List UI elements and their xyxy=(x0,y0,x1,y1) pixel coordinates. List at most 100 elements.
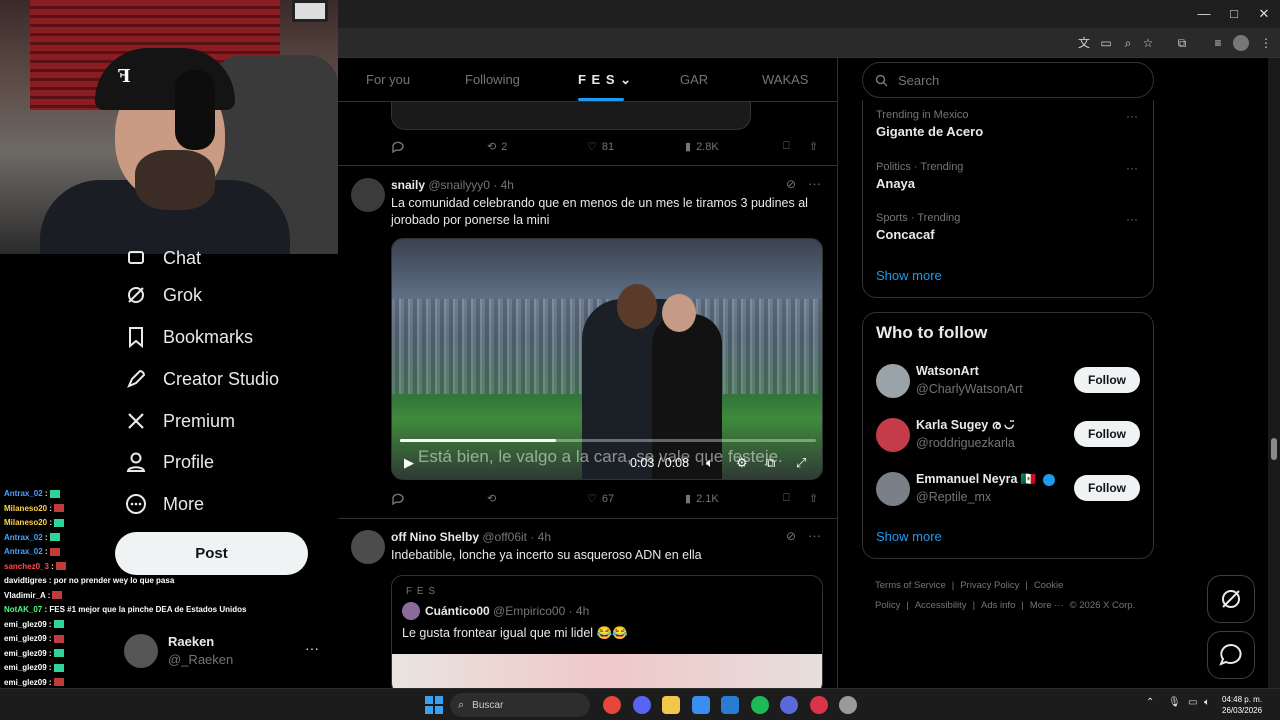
taskbar-clock[interactable]: 04:48 p. m. 26/03/2026 xyxy=(1222,694,1262,716)
share-icon[interactable]: ⇧ xyxy=(809,492,818,505)
sidebar-item-profile[interactable]: Profile xyxy=(125,446,214,478)
play-icon[interactable]: ▶ xyxy=(404,455,414,471)
footer-link[interactable]: Privacy Policy xyxy=(960,580,1019,591)
maximize-button[interactable]: □ xyxy=(1224,6,1244,21)
trend-item[interactable]: Sports · Trending Concacaf ··· xyxy=(876,212,1146,242)
avatar[interactable] xyxy=(351,530,385,564)
more-icon[interactable]: ··· xyxy=(808,528,821,543)
account-switcher[interactable]: Raeken @_Raeken ··· xyxy=(120,632,330,672)
video-player[interactable]: Está bien, le valgo a la cara, se vale q… xyxy=(391,238,823,480)
show-more-link[interactable]: Show more xyxy=(876,268,942,283)
store-app-icon[interactable] xyxy=(691,696,710,714)
footer-link[interactable]: More ··· xyxy=(1030,600,1064,611)
grok-icon[interactable]: ⊘ xyxy=(786,177,796,191)
previous-post-media[interactable] xyxy=(391,102,751,130)
sidebar-item-more[interactable]: More xyxy=(125,488,204,520)
messages-floating-button[interactable] xyxy=(1207,631,1255,679)
quote-image[interactable] xyxy=(392,654,822,688)
more-icon[interactable]: ··· xyxy=(808,176,821,191)
footer-link[interactable]: © 2026 X Corp. xyxy=(1070,600,1136,611)
bookmark-icon[interactable]: ⎕ xyxy=(783,492,790,505)
tab-gar[interactable]: GAR xyxy=(680,72,708,87)
tab-wakas[interactable]: WAKAS xyxy=(762,72,808,87)
sidebar-item-chat[interactable]: Chat xyxy=(125,242,201,274)
network-icon[interactable]: ▭ xyxy=(1188,697,1197,708)
trend-item[interactable]: Trending in Mexico Gigante de Acero ··· xyxy=(876,109,1146,139)
chevron-up-icon[interactable]: ⌃ xyxy=(1146,697,1154,708)
more-icon[interactable]: ··· xyxy=(1126,212,1138,226)
like-button[interactable]: ♡ 81 xyxy=(587,140,614,154)
discord-app-icon[interactable] xyxy=(632,696,651,714)
views-button[interactable]: ▮ 2.8K xyxy=(685,140,719,154)
volume-icon[interactable]: 🔈︎ xyxy=(706,455,714,471)
account-more-icon[interactable]: ··· xyxy=(305,640,319,656)
extensions-icon[interactable]: ⧉ xyxy=(1174,35,1190,51)
windows-start-icon[interactable] xyxy=(425,696,443,714)
repost-button[interactable]: ⟲ 2 xyxy=(487,140,507,154)
tab-following[interactable]: Following xyxy=(465,72,520,87)
fullscreen-icon[interactable]: ⤢ xyxy=(796,455,806,471)
repost-icon[interactable]: ⟲ xyxy=(487,492,496,505)
reply-icon[interactable] xyxy=(391,140,405,154)
views-button[interactable]: ▮ 2.1K xyxy=(685,492,719,506)
follow-button[interactable]: Follow xyxy=(1074,475,1140,501)
author-name[interactable]: snaily xyxy=(391,178,425,192)
show-more-link[interactable]: Show more xyxy=(876,529,942,544)
sidebar-item-creator-studio[interactable]: Creator Studio xyxy=(125,363,279,395)
more-icon[interactable]: ··· xyxy=(1126,161,1138,175)
post-button[interactable]: Post xyxy=(115,532,308,575)
page-scrollbar[interactable] xyxy=(1268,58,1280,688)
follow-suggestion[interactable]: WatsonArt @CharlyWatsonArt Follow xyxy=(876,364,1146,402)
app-8-icon[interactable] xyxy=(809,696,828,714)
follow-suggestion[interactable]: Karla Sugey ര ◡̈ @roddriguezkarla Follow xyxy=(876,418,1146,456)
volume-icon[interactable]: 🔈︎ xyxy=(1204,697,1210,708)
outlook-app-icon[interactable] xyxy=(721,696,739,714)
footer-link[interactable]: Accessibility xyxy=(915,600,967,611)
follow-button[interactable]: Follow xyxy=(1074,367,1140,393)
follow-button[interactable]: Follow xyxy=(1074,421,1140,447)
quoted-post[interactable]: F E S Cuántico00 @Empirico00 · 4h Le gus… xyxy=(391,575,823,688)
app-9-icon[interactable] xyxy=(839,696,857,714)
minimize-button[interactable]: — xyxy=(1194,6,1214,21)
footer-link[interactable]: Ads info xyxy=(981,600,1015,611)
tab-for-you[interactable]: For you xyxy=(366,72,410,87)
scrollbar-thumb[interactable] xyxy=(1271,438,1277,460)
app-7-icon[interactable] xyxy=(780,696,798,714)
spotify-app-icon[interactable] xyxy=(750,696,769,714)
sidebar-item-grok[interactable]: Grok xyxy=(125,279,202,311)
taskbar-search-input[interactable]: ⌕ Buscar xyxy=(450,693,590,717)
star-icon[interactable]: ☆ xyxy=(1140,35,1156,51)
microphone-icon[interactable]: 🎙︎ xyxy=(1168,697,1181,708)
close-button[interactable]: ✕ xyxy=(1254,6,1274,22)
profile-icon[interactable] xyxy=(1233,35,1249,51)
grok-floating-button[interactable] xyxy=(1207,575,1255,623)
grok-icon[interactable]: ⊘ xyxy=(786,529,796,543)
author-handle[interactable]: @snailyyy0 xyxy=(428,178,490,192)
share-icon[interactable]: ⇧ xyxy=(809,140,818,153)
settings-icon[interactable]: ⚙ xyxy=(736,455,748,471)
tab-fes[interactable]: F E S ⌄ xyxy=(578,72,632,88)
sidebar-item-bookmarks[interactable]: Bookmarks xyxy=(125,321,253,353)
menu-icon[interactable]: ⋮ xyxy=(1258,35,1274,51)
tweet-time[interactable]: · 4h xyxy=(530,530,551,544)
video-progress-bar[interactable] xyxy=(400,439,816,442)
reply-icon[interactable] xyxy=(391,492,405,506)
avatar[interactable] xyxy=(351,178,385,212)
more-icon[interactable]: ··· xyxy=(1126,109,1138,123)
search-input[interactable]: Search xyxy=(862,62,1154,98)
zoom-icon[interactable]: ⌕ xyxy=(1120,35,1136,51)
picture-in-picture-icon[interactable]: ⧉ xyxy=(766,455,775,471)
files-app-icon[interactable] xyxy=(662,696,680,714)
bookmark-icon[interactable]: ⎕ xyxy=(783,140,790,153)
translate-icon[interactable]: 文 xyxy=(1076,35,1092,51)
sidebar-item-premium[interactable]: Premium xyxy=(125,405,235,437)
author-handle[interactable]: @off06it xyxy=(482,530,527,544)
chrome-app-icon[interactable] xyxy=(603,696,621,714)
follow-suggestion[interactable]: Emmanuel Neyra 🇲🇽 @Reptile_mx Follow xyxy=(876,472,1146,510)
footer-link[interactable]: Terms of Service xyxy=(875,580,946,591)
trend-item[interactable]: Politics · Trending Anaya ··· xyxy=(876,161,1146,191)
cast-icon[interactable]: ▭ xyxy=(1098,35,1114,51)
like-button[interactable]: ♡ 67 xyxy=(587,492,614,506)
media-icon[interactable]: ≡ xyxy=(1210,35,1226,51)
author-name[interactable]: off Nino Shelby xyxy=(391,530,479,544)
